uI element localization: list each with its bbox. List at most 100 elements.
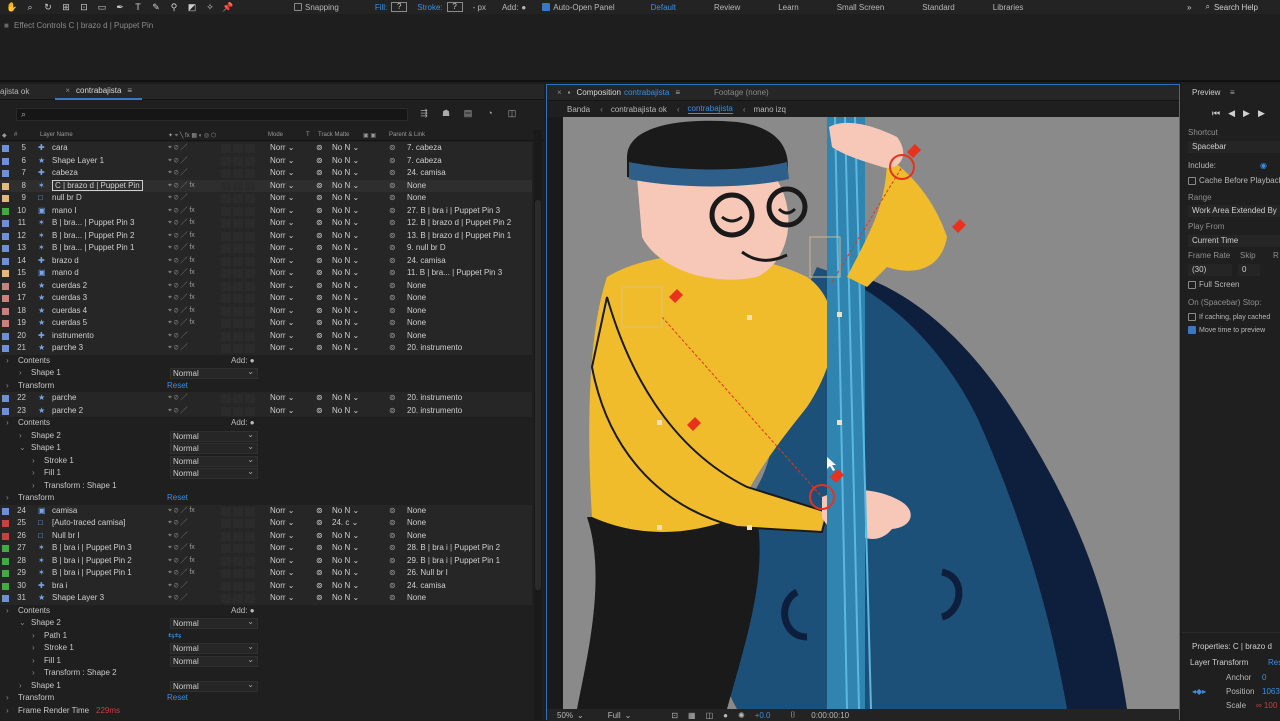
switch-box[interactable] (233, 169, 243, 178)
mode-select[interactable]: Norr ⌄ (270, 142, 295, 155)
switch-box[interactable] (233, 569, 243, 578)
layer-switches[interactable]: ⌖ ⊘ ╱ fx (168, 280, 195, 293)
switch-box[interactable] (221, 181, 231, 191)
blend-mode-select[interactable]: Normal (170, 430, 258, 442)
matte-icon[interactable]: ⊚ (316, 505, 323, 518)
layer-search-input[interactable]: ⌕ (16, 108, 408, 121)
layer-name[interactable]: [Auto-traced camisa] (52, 517, 125, 530)
shy-layers-icon[interactable]: ☗ (440, 108, 452, 120)
next-frame-icon[interactable]: ▶ (1258, 108, 1265, 119)
matte-icon[interactable]: ⊚ (316, 280, 323, 293)
layer-switches[interactable]: ⌖ ⊘ ╱ (168, 405, 187, 418)
blend-mode-select[interactable]: Normal (170, 617, 258, 629)
switch-box[interactable] (233, 406, 243, 416)
stroke-control[interactable]: Stroke:? (417, 2, 463, 12)
property-row[interactable]: › Transform Reset (0, 492, 532, 505)
channels-icon[interactable]: ● (723, 711, 728, 720)
switch-box[interactable] (221, 294, 231, 303)
pick-whip-icon[interactable]: ⊚ (389, 217, 396, 230)
label-color-swatch[interactable] (2, 245, 9, 252)
layer-name[interactable]: cuerdas 5 (52, 317, 87, 330)
parent-select[interactable]: None (407, 505, 426, 518)
layer-switches[interactable]: ⌖ ⊘ ╱ fx (168, 555, 195, 568)
frame-blending-icon[interactable]: ▤ (462, 108, 474, 120)
switch-box[interactable] (221, 569, 231, 578)
snapping-checkbox[interactable] (294, 3, 302, 11)
switch-box[interactable] (245, 394, 255, 403)
pick-whip-icon[interactable]: ⊚ (389, 267, 396, 280)
layer-switches[interactable]: ⌖ ⊘ ╱ fx (168, 217, 195, 230)
rectangle-tool-icon[interactable]: ▭ (96, 2, 108, 12)
layer-name[interactable]: mano d (52, 267, 79, 280)
layer-name[interactable]: cuerdas 3 (52, 292, 87, 305)
property-row[interactable]: › Transform : Shape 2 (0, 667, 532, 680)
first-frame-icon[interactable]: ⏮ (1212, 108, 1220, 119)
pick-whip-icon[interactable]: ⊚ (389, 167, 396, 180)
layer-switches[interactable]: ⌖ ⊘ ╱ fx (168, 205, 195, 218)
switch-box[interactable] (233, 319, 243, 328)
exposure-icon[interactable]: ✺ (738, 711, 745, 720)
switch-box[interactable] (245, 231, 255, 241)
keyframe-nav-icon[interactable]: ◂◆▸ (1192, 687, 1206, 696)
switch-box[interactable] (245, 569, 255, 578)
snapping-toggle[interactable]: Snapping (294, 3, 339, 12)
switch-box[interactable] (221, 306, 231, 316)
mode-select[interactable]: Norr ⌄ (270, 155, 295, 168)
twirl-down-icon[interactable]: ⌄ (19, 442, 26, 455)
property-row[interactable]: › Fill 1 Normal (0, 467, 532, 480)
layer-handle[interactable] (657, 525, 662, 530)
switch-box[interactable] (245, 531, 255, 541)
previous-frame-icon[interactable]: ◀ (1228, 108, 1235, 119)
workspace-libraries[interactable]: Libraries (993, 3, 1024, 12)
eraser-tool-icon[interactable]: ◩ (186, 2, 198, 12)
switch-box[interactable] (245, 206, 255, 216)
pick-whip-icon[interactable]: ⊚ (389, 542, 396, 555)
switch-box[interactable] (221, 144, 231, 153)
label-color-swatch[interactable] (2, 532, 9, 540)
layer-name[interactable]: mano I (52, 205, 76, 218)
pick-whip-icon[interactable]: ⊚ (389, 142, 396, 155)
layer-row[interactable]: 30 ✚ bra i ⌖ ⊘ ╱ Norr ⌄ ⊚ No N ⌄ ⊚ 24. camisa (0, 579, 532, 592)
track-matte-select[interactable]: No N ⌄ (332, 592, 359, 605)
stroke-width[interactable]: - px (473, 3, 486, 12)
property-row[interactable]: › Shape 2 Normal (0, 429, 532, 443)
crumb-contrabajista-ok[interactable]: contrabajista ok (611, 105, 667, 114)
matte-icon[interactable]: ⊚ (316, 555, 323, 568)
parent-select[interactable]: 12. B | brazo d | Puppet Pin 2 (407, 217, 511, 230)
blend-mode-select[interactable]: Normal (170, 455, 258, 467)
label-color-swatch[interactable] (2, 295, 9, 302)
twirl-right-icon[interactable]: › (19, 430, 22, 443)
layer-name[interactable]: parche 3 (52, 342, 83, 355)
mode-select[interactable]: Norr ⌄ (270, 280, 295, 293)
layer-switches[interactable]: ⌖ ⊘ ╱ fx (168, 255, 195, 268)
matte-icon[interactable]: ⊚ (316, 155, 323, 168)
layer-name[interactable]: B | bra i | Puppet Pin 2 (52, 555, 132, 568)
switch-box[interactable] (221, 394, 231, 403)
switch-box[interactable] (245, 169, 255, 178)
layer-switches[interactable]: ⌖ ⊘ ╱ (168, 142, 187, 155)
switch-box[interactable] (221, 344, 231, 353)
label-color-swatch[interactable] (2, 157, 9, 165)
label-color-swatch[interactable] (2, 207, 9, 215)
pick-whip-icon[interactable]: ⊚ (389, 567, 396, 580)
twirl-right-icon[interactable]: › (32, 655, 35, 668)
track-matte-select[interactable]: No N ⌄ (332, 330, 359, 343)
layer-name[interactable]: camisa (52, 505, 77, 518)
label-color-swatch[interactable] (2, 232, 9, 240)
pick-whip-icon[interactable]: ⊚ (389, 242, 396, 255)
switch-box[interactable] (221, 281, 231, 291)
switch-box[interactable] (233, 344, 243, 353)
twirl-right-icon[interactable]: › (6, 705, 9, 718)
pick-whip-icon[interactable]: ⊚ (389, 180, 396, 193)
mode-select[interactable]: Norr ⌄ (270, 505, 295, 518)
label-color-swatch[interactable] (2, 182, 9, 190)
camera-tool-icon[interactable]: ⊞ (60, 2, 72, 12)
parent-select[interactable]: 20. instrumento (407, 342, 462, 355)
pick-whip-icon[interactable]: ⊚ (389, 305, 396, 318)
zoom-select[interactable]: 50% (557, 711, 573, 720)
layer-switches[interactable]: ⌖ ⊘ ╱ fx (168, 505, 195, 518)
layer-switches[interactable]: ⌖ ⊘ ╱ (168, 517, 187, 530)
layer-name[interactable]: B | bra... | Puppet Pin 2 (52, 230, 134, 243)
layer-switches[interactable]: ⌖ ⊘ ╱ fx (168, 542, 195, 555)
twirl-down-icon[interactable]: ⌄ (19, 617, 26, 630)
